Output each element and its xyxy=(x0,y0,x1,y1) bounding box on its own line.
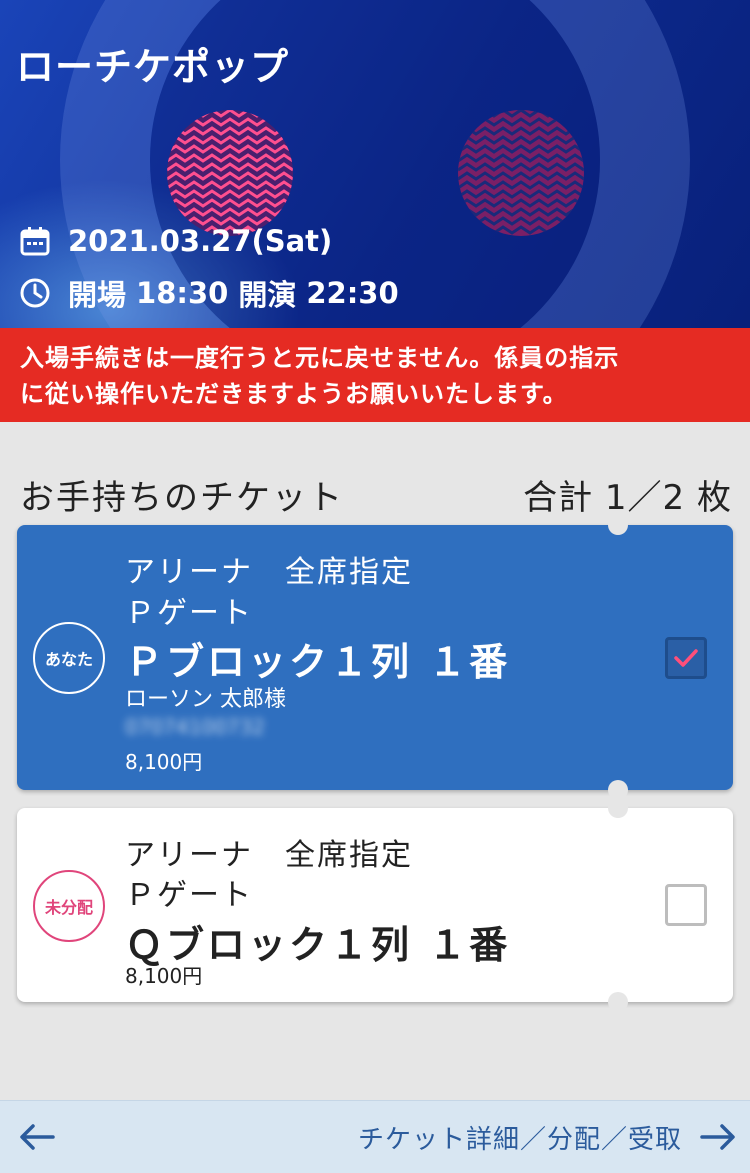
open-time: 18:30 xyxy=(136,276,229,310)
ticket-holder-name: ローソン 太郎様 xyxy=(125,687,286,712)
entry-warning-banner: 入場手続きは一度行うと元に戻せません。係員の指示 に従い操作いただきますようお願… xyxy=(0,328,750,422)
event-time-row: 開場 18:30 開演 22:30 xyxy=(18,272,399,314)
ticket-gate: Ｐゲート xyxy=(125,596,253,631)
warning-line-1: 入場手続きは一度行うと元に戻せません。係員の指示 xyxy=(20,344,620,372)
event-date-row: 2021.03.27(Sat) xyxy=(18,224,332,258)
ticket-price: 8,100円 xyxy=(125,750,203,774)
unassigned-badge: 未分配 xyxy=(33,870,105,942)
ticket-details-forward-link[interactable]: チケット詳細／分配／受取 xyxy=(358,1115,738,1159)
ticket-notch xyxy=(608,798,628,818)
event-hero: ローチケポップ 2021.03.27(Sat) 開場 18:30 開演 22:3… xyxy=(0,0,750,328)
warning-line-2: に従い操作いただきますようお願いいたします。 xyxy=(20,380,568,408)
start-label: 開演 xyxy=(238,278,297,312)
ticket-card-unassigned[interactable]: 未分配 アリーナ 全席指定 Ｐゲート Ｑブロック１列 １番 8,100円 xyxy=(17,798,733,1012)
ticket-masked-number: 07074100732 xyxy=(125,715,265,739)
ticket-area: アリーナ 全席指定 xyxy=(125,555,413,590)
tickets-section-title: お手持ちのチケット xyxy=(20,478,344,518)
event-title: ローチケポップ xyxy=(16,45,290,89)
arrow-left-icon xyxy=(20,1124,55,1150)
ticket-notch xyxy=(608,780,628,800)
calendar-icon xyxy=(18,224,52,258)
back-button[interactable] xyxy=(12,1115,62,1159)
zigzag-circle-left xyxy=(167,110,293,236)
clock-icon xyxy=(18,276,52,310)
ticket-seat: Ｐブロック１列 １番 xyxy=(125,640,511,684)
owner-badge: あなた xyxy=(33,622,105,694)
ticket-price: 8,100円 xyxy=(125,964,203,988)
event-date: 2021.03.27(Sat) xyxy=(68,224,333,258)
open-label: 開場 xyxy=(68,278,127,312)
start-time: 22:30 xyxy=(306,276,399,310)
ticket-area: アリーナ 全席指定 xyxy=(125,838,413,873)
ticket-gate: Ｐゲート xyxy=(125,878,253,913)
ticket-count: 合計 1／2 枚 xyxy=(523,478,732,518)
checkmark-icon xyxy=(674,649,698,667)
bottom-nav-bar: チケット詳細／分配／受取 xyxy=(0,1100,750,1173)
ticket-card-selected[interactable]: あなた アリーナ 全席指定 Ｐゲート Ｐブロック１列 １番 ローソン 太郎様 0… xyxy=(17,515,733,800)
ticket-notch xyxy=(608,515,628,535)
arrow-right-icon xyxy=(700,1124,735,1150)
ticket-checkbox-unchecked[interactable] xyxy=(665,884,707,926)
ticket-notch xyxy=(608,992,628,1012)
forward-label: チケット詳細／分配／受取 xyxy=(357,1124,682,1155)
zigzag-circle-right xyxy=(458,110,584,236)
ticket-checkbox-checked[interactable] xyxy=(665,637,707,679)
